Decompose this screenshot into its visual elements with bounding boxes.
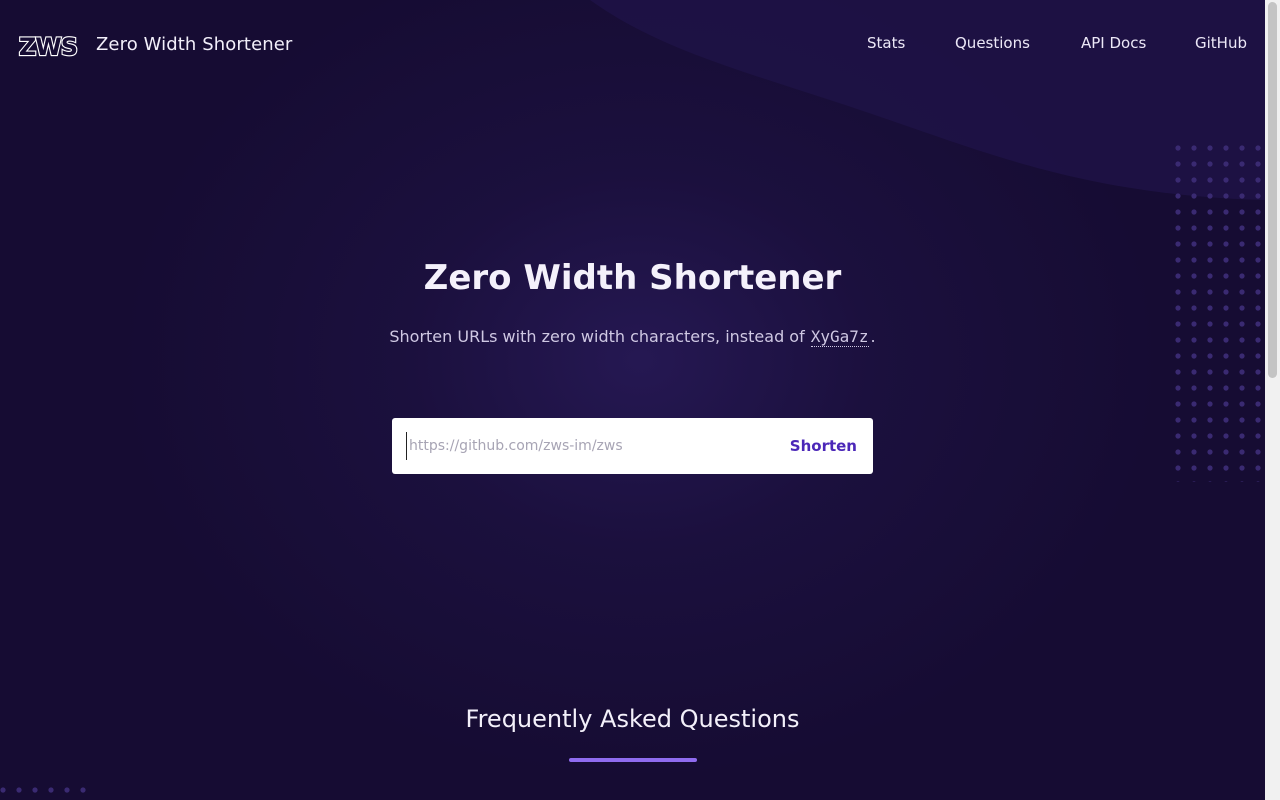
url-input[interactable] xyxy=(406,432,771,460)
shorten-form: Shorten xyxy=(392,418,873,474)
zws-logo[interactable]: ZWS xyxy=(16,31,80,61)
faq-heading-underline xyxy=(569,758,697,762)
example-short-code: XyGa7z xyxy=(810,327,869,347)
shorten-button[interactable]: Shorten xyxy=(788,432,859,460)
vertical-scrollbar[interactable] xyxy=(1265,0,1280,800)
nav-github[interactable]: GitHub xyxy=(1195,34,1247,52)
svg-text:ZWS: ZWS xyxy=(19,33,77,61)
site-title[interactable]: Zero Width Shortener xyxy=(96,34,292,55)
header: ZWS Zero Width Shortener Stats Questions… xyxy=(0,0,1265,92)
faq-heading: Frequently Asked Questions xyxy=(465,705,800,733)
nav-stats[interactable]: Stats xyxy=(867,34,905,52)
hero-title: Zero Width Shortener xyxy=(423,258,842,298)
hero-subtitle-suffix: . xyxy=(870,327,876,346)
page: ZWS Zero Width Shortener Stats Questions… xyxy=(0,0,1265,800)
nav-questions[interactable]: Questions xyxy=(955,34,1030,52)
dot-grid-bottom-left xyxy=(0,784,92,800)
dot-grid-right xyxy=(1172,142,1265,482)
hero-subtitle: Shorten URLs with zero width characters,… xyxy=(0,327,1265,347)
hero-subtitle-text: Shorten URLs with zero width characters,… xyxy=(389,327,805,346)
nav-api-docs[interactable]: API Docs xyxy=(1081,34,1146,52)
scrollbar-thumb[interactable] xyxy=(1268,2,1277,378)
